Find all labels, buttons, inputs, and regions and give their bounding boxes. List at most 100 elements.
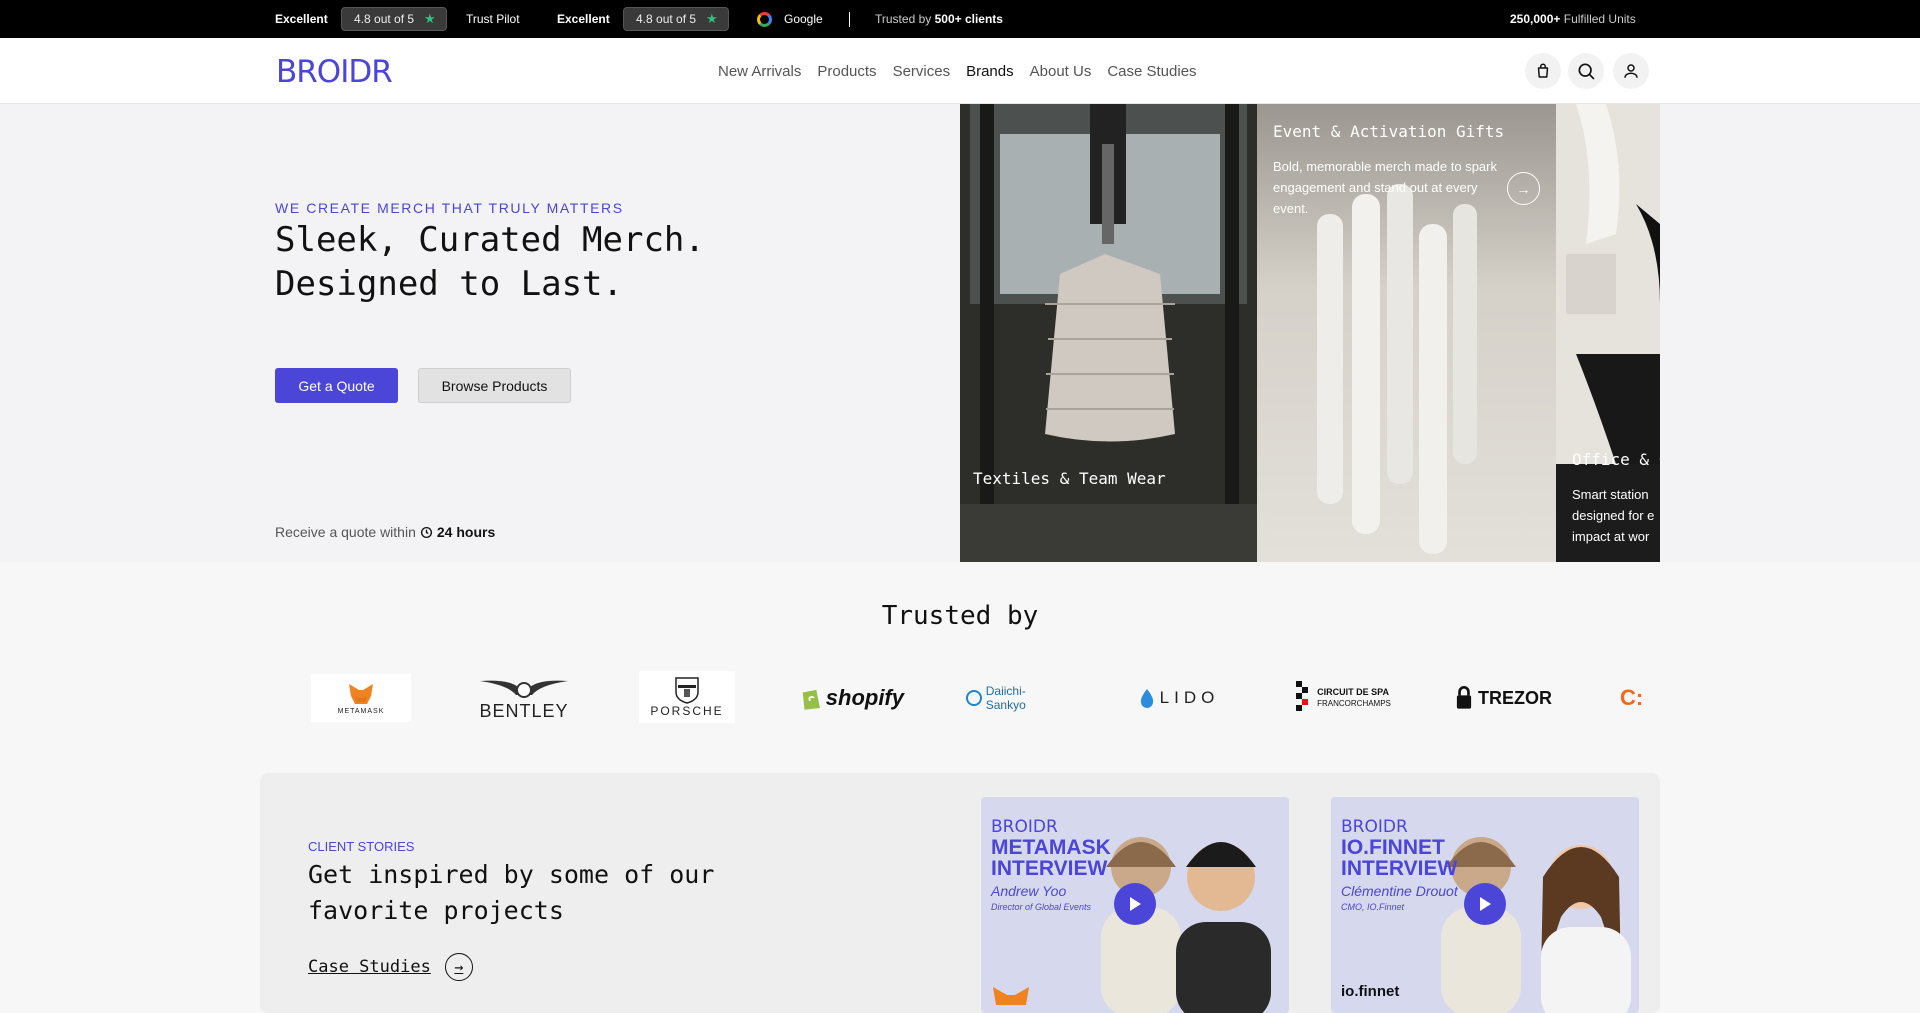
topbar-divider	[849, 12, 850, 27]
card-title-textiles: Textiles & Team Wear	[973, 469, 1166, 488]
quote-turnaround: Receive a quote within 24 hours	[275, 524, 495, 540]
porsche-crest-icon	[675, 677, 699, 704]
account-button[interactable]	[1613, 53, 1649, 89]
hero-title-line-2: Designed to Last.	[275, 264, 623, 304]
clock-icon	[420, 526, 432, 538]
quote-time: 24 hours	[436, 524, 496, 540]
trusted-count: 500+ clients	[934, 12, 1003, 26]
video-brand: BROIDR	[991, 817, 1058, 837]
trustpilot-rating-pill[interactable]: 4.8 out of 5 ★	[341, 0, 447, 38]
daiichi-sankyo-logo: Daiichi-Sankyo	[966, 670, 1064, 726]
nav-new-arrivals[interactable]: New Arrivals	[718, 63, 801, 80]
iofinnet-interview-video[interactable]: BROIDR IO.FINNET INTERVIEW Clémentine Dr…	[1331, 797, 1639, 1013]
star-icon: ★	[424, 11, 436, 26]
client-stories-section: CLIENT STORIES Get inspired by some of o…	[260, 773, 1660, 1013]
play-icon	[1130, 897, 1141, 911]
trusted-by-clients: Trusted by 500+ clients	[875, 0, 1003, 38]
broidr-logo[interactable]: BROIDR	[276, 54, 393, 90]
video-speaker-name: Andrew Yoo	[991, 883, 1067, 899]
category-card-event-gifts[interactable]: Event & Activation Gifts Bold, memorable…	[1257, 104, 1556, 562]
card-title-office: Office & C	[1572, 450, 1660, 469]
video-speaker-name: Clémentine Drouot	[1341, 883, 1458, 899]
category-card-office[interactable]: Office & C Smart station designed for e …	[1556, 104, 1660, 562]
google-rating-label: Excellent	[557, 12, 610, 26]
google-rating-pill[interactable]: 4.8 out of 5 ★	[623, 0, 729, 38]
star-icon: ★	[706, 11, 718, 26]
video-title-line-1: METAMASK	[991, 836, 1111, 859]
daiichi-sankyo-wordmark: Daiichi-Sankyo	[985, 684, 1026, 712]
padlock-icon	[1456, 686, 1472, 709]
trustpilot-rating-value: 4.8 out of 5	[354, 12, 415, 26]
video-speaker-role: CMO, IO.Finnet	[1341, 902, 1405, 912]
google-source-label: Google	[784, 12, 823, 26]
trustpilot-source[interactable]: Trust Pilot	[466, 0, 520, 38]
video-title-line-2: INTERVIEW	[1341, 857, 1458, 880]
get-quote-button[interactable]: Get a Quote	[275, 368, 398, 403]
nav-services[interactable]: Services	[893, 63, 951, 80]
arrow-right-icon[interactable]: →	[1507, 172, 1540, 205]
shopify-wordmark: shopify	[825, 685, 904, 710]
bentley-wings-icon	[480, 680, 568, 698]
francorchamps-wordmark: FRANCORCHAMPS	[1317, 699, 1391, 708]
browse-products-button[interactable]: Browse Products	[418, 368, 571, 403]
trezor-logo: TREZOR	[1456, 670, 1552, 726]
hero-eyebrow: WE CREATE MERCH THAT TRULY MATTERS	[275, 200, 624, 216]
case-studies-link-label: Case Studies	[308, 957, 431, 977]
hero-title-line-1: Sleek, Curated Merch.	[275, 220, 705, 260]
partial-brand-logo: C:	[1620, 670, 1646, 726]
search-button[interactable]	[1568, 53, 1604, 89]
hero-title: Sleek, Curated Merch. Designed to Last.	[275, 218, 705, 306]
lido-wordmark: LIDO	[1159, 688, 1220, 707]
video-brand: BROIDR	[1341, 817, 1408, 837]
fulfilled-units: 250,000+ Fulfilled Units	[1510, 0, 1636, 38]
top-announcement-bar: Excellent 4.8 out of 5 ★ Trust Pilot Exce…	[0, 0, 1920, 38]
google-icon	[757, 11, 772, 27]
stories-eyebrow: CLIENT STORIES	[308, 839, 415, 854]
card-title-event-gifts: Event & Activation Gifts	[1273, 122, 1505, 141]
category-card-textiles[interactable]: Textiles & Team Wear	[960, 104, 1257, 562]
card-desc-office: Smart station designed for e impact at w…	[1572, 487, 1655, 544]
vest-photo	[960, 104, 1257, 562]
search-icon	[1578, 63, 1595, 80]
google-source[interactable]: Google	[757, 0, 823, 38]
fulfilled-count: 250,000+	[1510, 12, 1561, 26]
metamask-logo: METAMASK	[311, 670, 411, 726]
arrow-right-icon: →	[444, 953, 473, 981]
video-speaker-role: Director of Global Events	[991, 902, 1092, 912]
google-rating-value: 4.8 out of 5	[636, 12, 697, 26]
metamask-interview-video[interactable]: BROIDR METAMASK INTERVIEW Andrew Yoo Dir…	[981, 797, 1289, 1013]
cart-button[interactable]	[1525, 53, 1561, 89]
nav-brands[interactable]: Brands	[966, 63, 1014, 80]
trezor-wordmark: TREZOR	[1478, 687, 1552, 708]
checkered-flag-icon	[1296, 681, 1309, 711]
nav-case-studies[interactable]: Case Studies	[1107, 63, 1196, 80]
case-studies-link[interactable]: Case Studies →	[308, 953, 473, 981]
metamask-wordmark: METAMASK	[337, 707, 385, 715]
nav-products[interactable]: Products	[817, 63, 876, 80]
shopping-bag-icon	[1537, 63, 1549, 78]
shopify-bag-icon	[802, 689, 820, 710]
partial-brand-wordmark: C:	[1620, 685, 1644, 710]
nav-about-us[interactable]: About Us	[1030, 63, 1092, 80]
play-button[interactable]	[1464, 883, 1506, 925]
trustpilot-rating-label: Excellent	[275, 12, 328, 26]
trusted-by-title: Trusted by	[881, 601, 1039, 631]
trusted-prefix: Trusted by	[875, 12, 932, 26]
main-nav: New Arrivals Products Services Brands Ab…	[718, 38, 1197, 104]
stories-title-line-1: Get inspired by some of our	[308, 860, 715, 889]
daiichi-sankyo-mark-icon	[966, 690, 982, 706]
site-header: BROIDR New Arrivals Products Services Br…	[0, 38, 1920, 104]
circuit-de-spa-logo: CIRCUIT DE SPA FRANCORCHAMPS	[1292, 670, 1395, 726]
bentley-logo: BENTLEY	[476, 670, 572, 726]
card-desc-event-gifts: Bold, memorable merch made to spark enga…	[1273, 159, 1497, 216]
video-title-line-2: INTERVIEW	[991, 857, 1108, 880]
fox-icon	[349, 683, 373, 704]
iofinnet-wordmark: io.finnet	[1341, 983, 1400, 1000]
porsche-logo: PORSCHE	[639, 671, 735, 723]
play-button[interactable]	[1114, 883, 1156, 925]
circuit-de-spa-wordmark: CIRCUIT DE SPA	[1317, 687, 1389, 697]
stories-title-line-2: favorite projects	[308, 896, 564, 925]
shopify-logo: shopify	[800, 670, 904, 726]
video-title: IO.FINNET INTERVIEW	[1341, 837, 1457, 879]
porsche-wordmark: PORSCHE	[650, 704, 724, 718]
